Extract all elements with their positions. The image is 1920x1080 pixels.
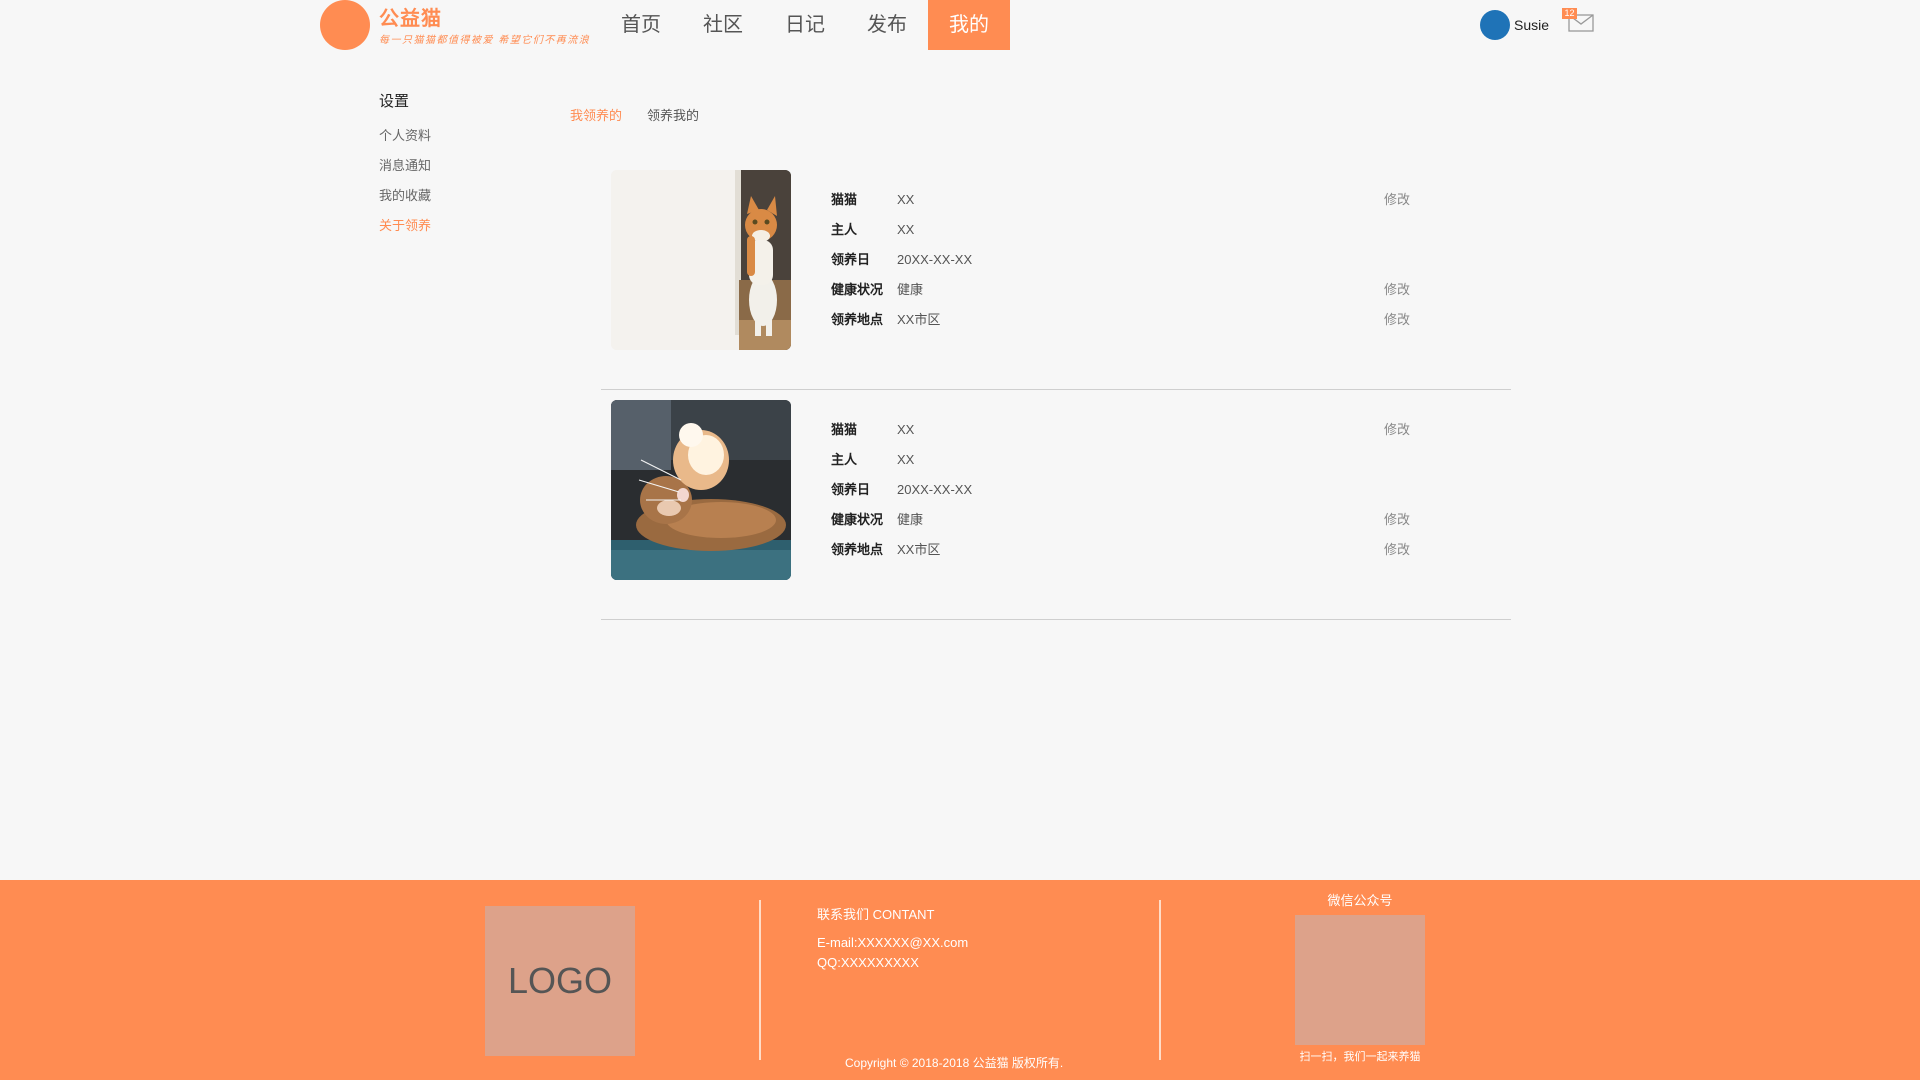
nav-item-diary[interactable]: 日记 — [764, 0, 846, 50]
value-location: XX市区 — [897, 312, 941, 327]
contact-email[interactable]: E-mail:XXXXXX@XX.com — [817, 933, 968, 953]
info-row-date: 领养日 20XX-XX-XX — [831, 245, 1421, 275]
nav-item-community[interactable]: 社区 — [682, 0, 764, 50]
label-cat: 猫猫 — [831, 192, 858, 207]
footer: LOGO 联系我们 CONTANT E-mail:XXXXXX@XX.com Q… — [0, 880, 1920, 1080]
edit-button[interactable]: 修改 — [1384, 305, 1410, 335]
adoption-info: 猫猫 XX 修改 主人 XX 领养日 20XX-XX-XX 健康状况 健康 修改… — [831, 415, 1421, 565]
info-row-health: 健康状况 健康 修改 — [831, 275, 1421, 305]
label-location: 领养地点 — [831, 542, 884, 557]
value-date: 20XX-XX-XX — [897, 252, 973, 267]
sidebar-item-favorites[interactable]: 我的收藏 — [379, 181, 529, 211]
adoption-card: 猫猫 XX 修改 主人 XX 领养日 20XX-XX-XX 健康状况 健康 修改… — [601, 390, 1511, 620]
label-cat: 猫猫 — [831, 422, 858, 437]
value-cat: XX — [897, 192, 915, 207]
label-date: 领养日 — [831, 482, 871, 497]
top-navbar: 公益猫 每一只猫猫都值得被爱 希望它们不再流浪 首页 社区 日记 发布 我的 S… — [0, 0, 1920, 50]
label-owner: 主人 — [831, 452, 858, 467]
adoption-card: 猫猫 XX 修改 主人 XX 领养日 20XX-XX-XX 健康状况 健康 修改… — [601, 160, 1511, 390]
info-row-cat: 猫猫 XX 修改 — [831, 185, 1421, 215]
label-health: 健康状况 — [831, 512, 884, 527]
qr-caption: 扫一扫，我们一起来养猫 — [1299, 1051, 1421, 1063]
mail-button[interactable]: 12 — [1562, 8, 1594, 38]
avatar[interactable] — [1480, 10, 1510, 40]
value-date: 20XX-XX-XX — [897, 482, 973, 497]
label-health: 健康状况 — [831, 282, 884, 297]
edit-button[interactable]: 修改 — [1384, 535, 1410, 565]
brand-slogan: 每一只猫猫都值得被爱 希望它们不再流浪 — [379, 35, 591, 46]
label-owner: 主人 — [831, 222, 858, 237]
label-location: 领养地点 — [831, 312, 884, 327]
mail-badge: 12 — [1562, 8, 1577, 19]
value-health: 健康 — [897, 282, 924, 297]
sidebar-item-adoption[interactable]: 关于领养 — [379, 211, 529, 241]
wechat-title: 微信公众号 — [1327, 893, 1393, 908]
adoption-list: 猫猫 XX 修改 主人 XX 领养日 20XX-XX-XX 健康状况 健康 修改… — [601, 160, 1511, 620]
value-cat: XX — [897, 422, 915, 437]
adoption-info: 猫猫 XX 修改 主人 XX 领养日 20XX-XX-XX 健康状况 健康 修改… — [831, 185, 1421, 335]
tab-adopted-me[interactable]: 领养我的 — [647, 105, 699, 124]
footer-logo: LOGO — [485, 906, 635, 1056]
user-menu[interactable]: Susie — [1480, 10, 1549, 40]
label-date: 领养日 — [831, 252, 871, 267]
contact-title: 联系我们 CONTANT — [817, 907, 935, 922]
info-row-owner: 主人 XX — [831, 445, 1421, 475]
value-location: XX市区 — [897, 542, 941, 557]
brand-logo[interactable] — [320, 0, 370, 50]
tab-my-adopted[interactable]: 我领养的 — [570, 105, 622, 124]
value-owner: XX — [897, 222, 915, 237]
value-owner: XX — [897, 452, 915, 467]
sidebar-title: 设置 — [379, 93, 410, 110]
username[interactable]: Susie — [1514, 17, 1549, 33]
info-row-health: 健康状况 健康 修改 — [831, 505, 1421, 535]
cat-photo — [611, 170, 791, 350]
info-row-cat: 猫猫 XX 修改 — [831, 415, 1421, 445]
footer-divider — [759, 900, 761, 1060]
info-row-location: 领养地点 XX市区 修改 — [831, 305, 1421, 335]
copyright: Copyright © 2018-2018 公益猫 版权所有. — [845, 1056, 1064, 1070]
value-health: 健康 — [897, 512, 924, 527]
edit-button[interactable]: 修改 — [1384, 415, 1410, 445]
contact-qq: QQ:XXXXXXXXX — [817, 955, 919, 970]
contact-block: 联系我们 CONTANT E-mail:XXXXXX@XX.com QQ:XXX… — [817, 904, 968, 973]
nav-item-publish[interactable]: 发布 — [846, 0, 928, 50]
edit-button[interactable]: 修改 — [1384, 505, 1410, 535]
edit-button[interactable]: 修改 — [1384, 275, 1410, 305]
brand-name: 公益猫 — [379, 8, 442, 30]
settings-sidebar: 设置 个人资料 消息通知 我的收藏 关于领养 — [379, 90, 529, 241]
nav-item-mine[interactable]: 我的 — [928, 0, 1010, 50]
info-row-owner: 主人 XX — [831, 215, 1421, 245]
footer-divider — [1159, 900, 1161, 1060]
main-nav: 首页 社区 日记 发布 我的 — [600, 0, 1010, 50]
info-row-date: 领养日 20XX-XX-XX — [831, 475, 1421, 505]
info-row-location: 领养地点 XX市区 修改 — [831, 535, 1421, 565]
adoption-tabs: 我领养的 领养我的 — [570, 105, 724, 124]
sidebar-item-notifications[interactable]: 消息通知 — [379, 151, 529, 181]
cat-photo — [611, 400, 791, 580]
wechat-qr-code — [1295, 915, 1425, 1045]
edit-button[interactable]: 修改 — [1384, 185, 1410, 215]
sidebar-item-profile[interactable]: 个人资料 — [379, 121, 529, 151]
nav-item-home[interactable]: 首页 — [600, 0, 682, 50]
